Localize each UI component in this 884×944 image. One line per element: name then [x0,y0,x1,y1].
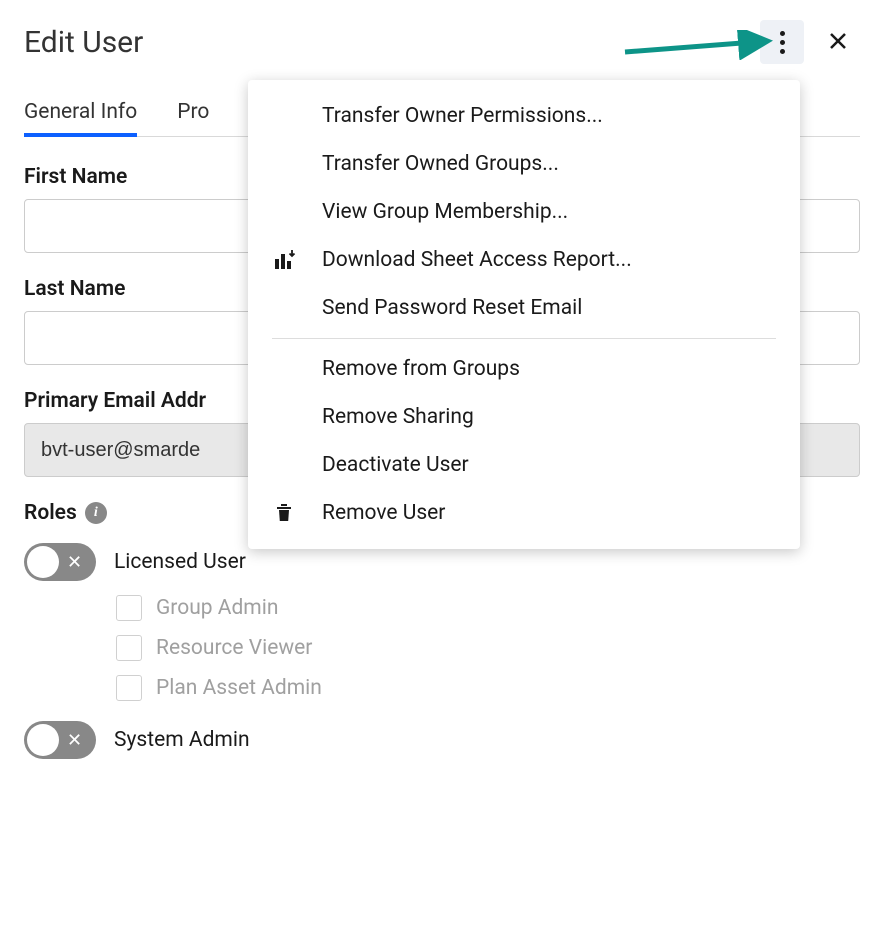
toggle-off-icon: ✕ [67,730,82,751]
tab-profile[interactable]: Pro [177,92,209,136]
menu-remove-from-groups[interactable]: Remove from Groups [248,345,800,393]
menu-download-sheet-access-report[interactable]: Download Sheet Access Report... [248,236,800,284]
group-admin-row: Group Admin [116,595,860,621]
licensed-user-toggle[interactable]: ✕ [24,543,96,581]
more-options-button[interactable] [760,20,804,64]
menu-transfer-owned-groups[interactable]: Transfer Owned Groups... [248,140,800,188]
group-admin-checkbox[interactable] [116,595,142,621]
toggle-knob [27,724,59,756]
info-icon[interactable]: i [85,502,107,524]
dialog-header: Edit User [24,20,860,64]
close-button[interactable] [816,20,860,64]
more-options-menu: Transfer Owner Permissions... Transfer O… [248,80,800,549]
menu-send-password-reset[interactable]: Send Password Reset Email [248,284,800,332]
plan-asset-admin-checkbox[interactable] [116,675,142,701]
group-admin-label: Group Admin [156,596,278,620]
system-admin-row: ✕ System Admin [24,721,860,759]
trash-icon [274,503,322,523]
plan-asset-admin-label: Plan Asset Admin [156,676,322,700]
vertical-dots-icon [780,31,785,54]
tab-general-info[interactable]: General Info [24,92,137,136]
menu-divider [272,338,776,339]
menu-remove-user[interactable]: Remove User [248,489,800,537]
licensed-user-label: Licensed User [114,550,246,574]
menu-deactivate-user[interactable]: Deactivate User [248,441,800,489]
toggle-knob [27,546,59,578]
plan-asset-admin-row: Plan Asset Admin [116,675,860,701]
sub-roles-group: Group Admin Resource Viewer Plan Asset A… [116,595,860,701]
header-actions [760,20,860,64]
resource-viewer-checkbox[interactable] [116,635,142,661]
resource-viewer-row: Resource Viewer [116,635,860,661]
download-report-icon [274,249,322,271]
page-title: Edit User [24,25,143,60]
menu-transfer-owner-permissions[interactable]: Transfer Owner Permissions... [248,92,800,140]
menu-view-group-membership[interactable]: View Group Membership... [248,188,800,236]
toggle-off-icon: ✕ [67,552,82,573]
menu-remove-sharing[interactable]: Remove Sharing [248,393,800,441]
close-icon [828,31,848,54]
roles-label: Roles [24,501,77,525]
system-admin-toggle[interactable]: ✕ [24,721,96,759]
system-admin-label: System Admin [114,728,250,752]
resource-viewer-label: Resource Viewer [156,636,312,660]
